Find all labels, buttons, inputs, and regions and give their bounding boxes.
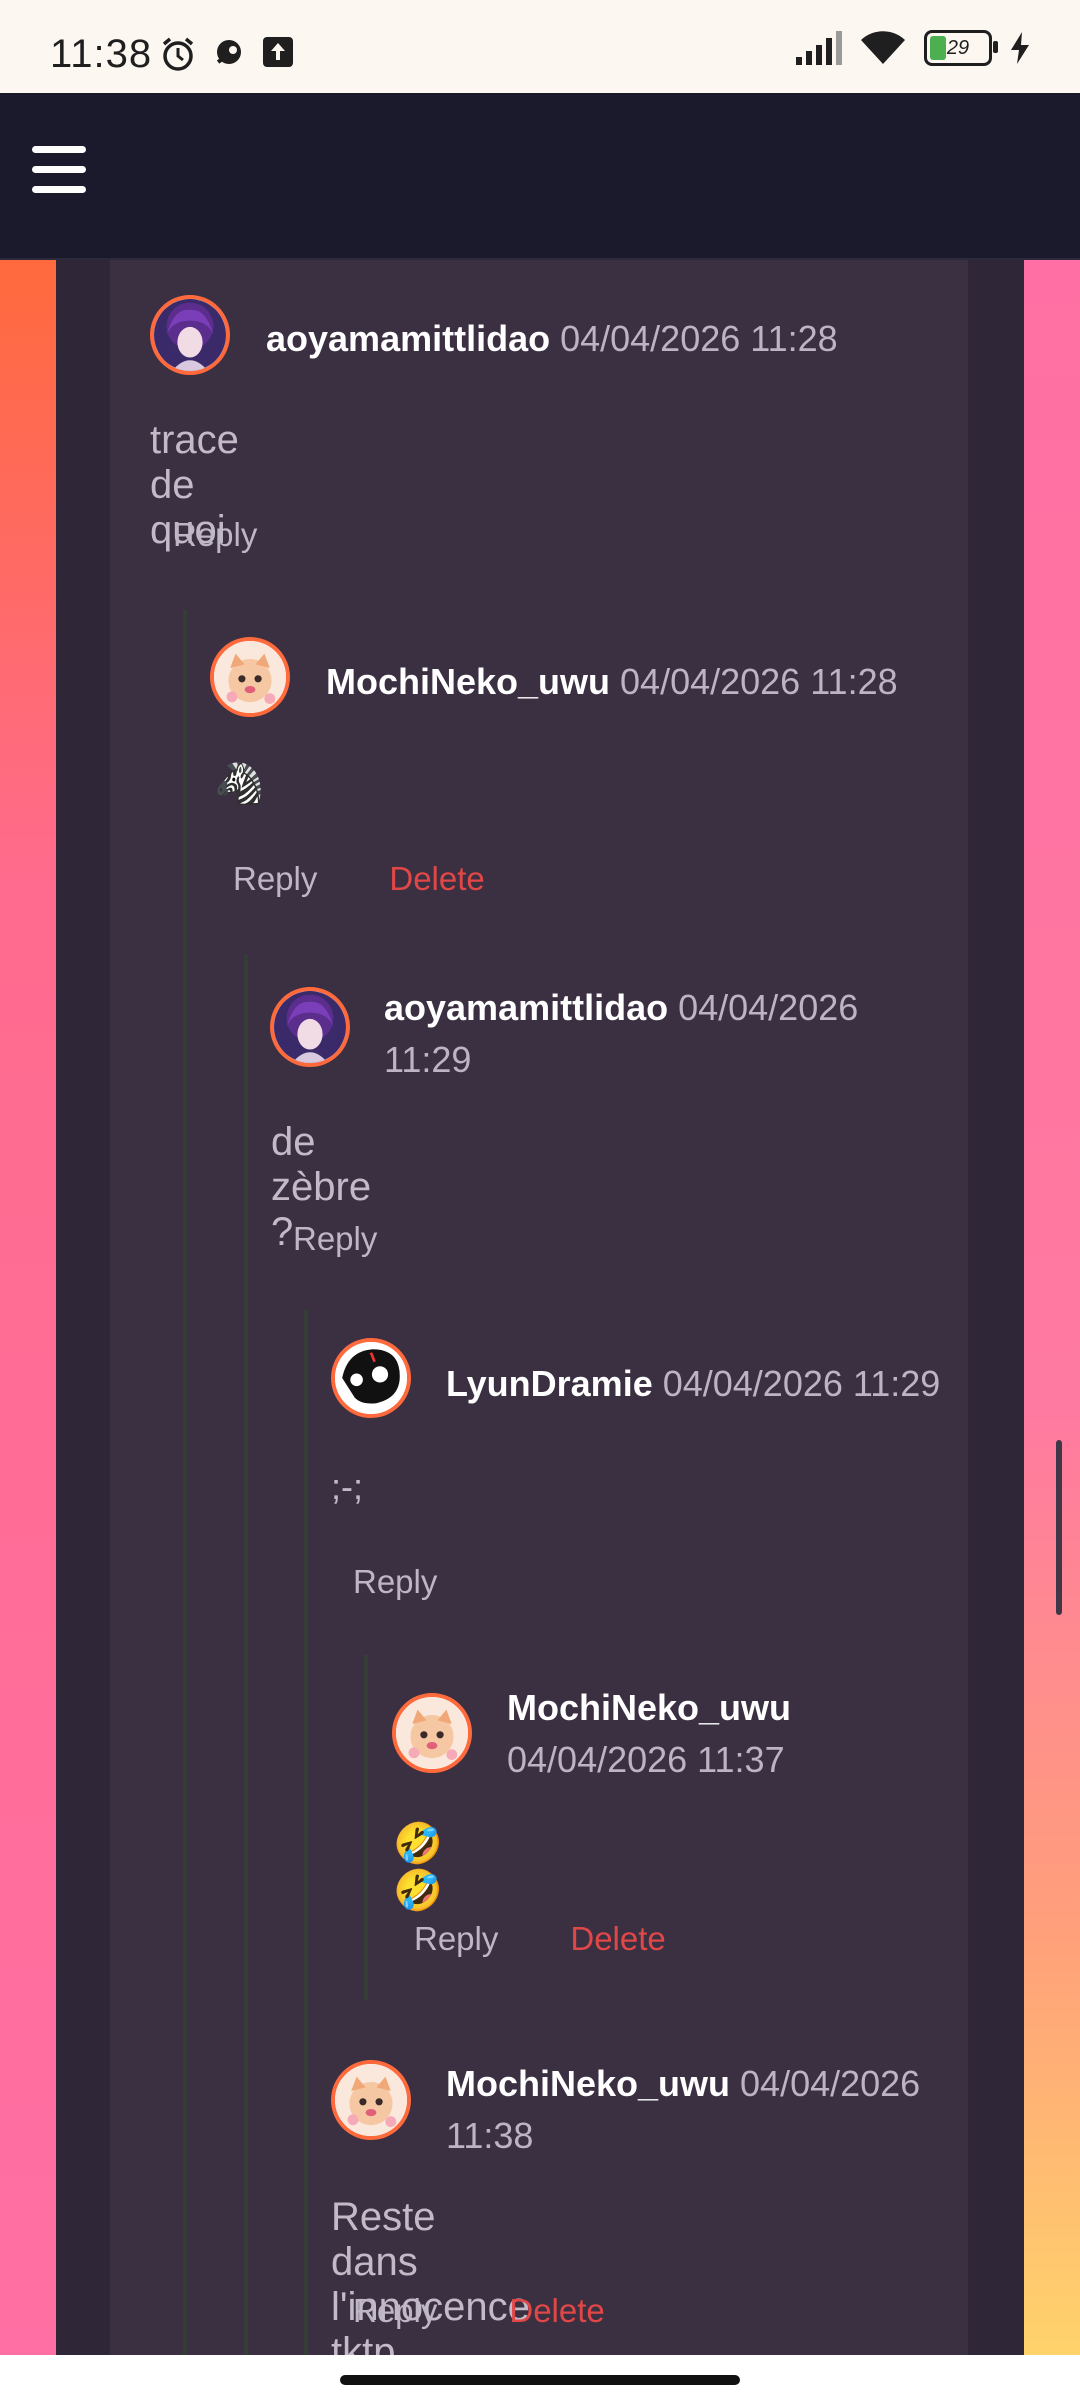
status-time: 11:38	[50, 32, 153, 76]
charging-icon	[1011, 32, 1029, 64]
username[interactable]: MochiNeko_uwu	[507, 1687, 791, 1728]
comment-actions: Reply	[173, 516, 257, 554]
comment-meta: LyunDramie 04/04/2026 11:29	[446, 1358, 966, 1410]
timestamp: 04/04/2026 11:28	[620, 661, 898, 702]
comment-text: 🤣🤣	[393, 1822, 443, 1913]
timestamp: 04/04/2026 11:29	[662, 1363, 941, 1404]
comment-actions: Reply Delete	[233, 860, 485, 898]
username[interactable]: aoyamamittlidao	[266, 318, 550, 359]
upload-icon	[262, 36, 294, 73]
comment-meta: aoyamamittlidao 04/04/2026 11:29	[384, 982, 884, 1086]
reply-button[interactable]: Reply	[233, 860, 317, 898]
reply-button[interactable]: Reply	[353, 2292, 437, 2330]
decorative-gradient-left	[0, 260, 56, 2355]
thread-line	[183, 610, 187, 2355]
delete-button[interactable]: Delete	[570, 1920, 665, 1958]
reply-button[interactable]: Reply	[353, 1563, 437, 1601]
comment-meta: aoyamamittlidao 04/04/2026 11:28	[266, 313, 966, 365]
scrollbar[interactable]	[1056, 1440, 1062, 1615]
delete-button[interactable]: Delete	[509, 2292, 604, 2330]
avatar[interactable]	[392, 1693, 472, 1773]
comment-text: Reste dans l'innocence tktp	[331, 2195, 530, 2374]
avatar[interactable]	[270, 987, 350, 1067]
comment-actions: Reply	[353, 1563, 437, 1601]
comment-actions: Reply	[293, 1220, 377, 1258]
wifi-icon	[861, 31, 905, 64]
thread-line	[304, 1310, 308, 2355]
avatar[interactable]	[210, 637, 290, 717]
signal-icon	[796, 31, 842, 65]
thread-line	[364, 1655, 368, 2000]
comment-actions: Reply Delete	[414, 1920, 666, 1958]
username[interactable]: LyunDramie	[446, 1363, 653, 1404]
comment-card	[110, 260, 968, 2355]
comment-actions: Reply Delete	[353, 2292, 605, 2330]
comment-text: 🦓	[214, 762, 264, 806]
reply-button[interactable]: Reply	[173, 516, 257, 554]
alarm-icon	[160, 36, 196, 77]
reply-button[interactable]: Reply	[293, 1220, 377, 1258]
timestamp: 04/04/2026 11:37	[507, 1739, 785, 1780]
avatar[interactable]	[331, 1338, 411, 1418]
avatar[interactable]	[331, 2060, 411, 2140]
delete-button[interactable]: Delete	[389, 860, 484, 898]
avatar[interactable]	[150, 295, 230, 375]
thread-line	[244, 955, 248, 2355]
reply-button[interactable]: Reply	[414, 1920, 498, 1958]
comment-meta: MochiNeko_uwu 04/04/2026 11:38	[446, 2058, 946, 2162]
timestamp: 04/04/2026 11:28	[560, 318, 838, 359]
battery-icon: 29	[924, 30, 998, 66]
comment-meta: MochiNeko_uwu 04/04/2026 11:28	[326, 656, 966, 708]
comment-text: ;-;	[331, 1466, 363, 1507]
chat-icon	[212, 36, 246, 75]
username[interactable]: MochiNeko_uwu	[446, 2063, 730, 2104]
decorative-gradient-right	[1024, 260, 1080, 2355]
hamburger-icon[interactable]	[32, 146, 86, 194]
username[interactable]: MochiNeko_uwu	[326, 661, 610, 702]
comment-meta: MochiNeko_uwu 04/04/2026 11:37	[507, 1682, 947, 1786]
app-header	[0, 93, 1080, 260]
home-indicator[interactable]	[340, 2375, 740, 2385]
username[interactable]: aoyamamittlidao	[384, 987, 668, 1028]
status-bar: 11:38 29	[0, 0, 1080, 93]
